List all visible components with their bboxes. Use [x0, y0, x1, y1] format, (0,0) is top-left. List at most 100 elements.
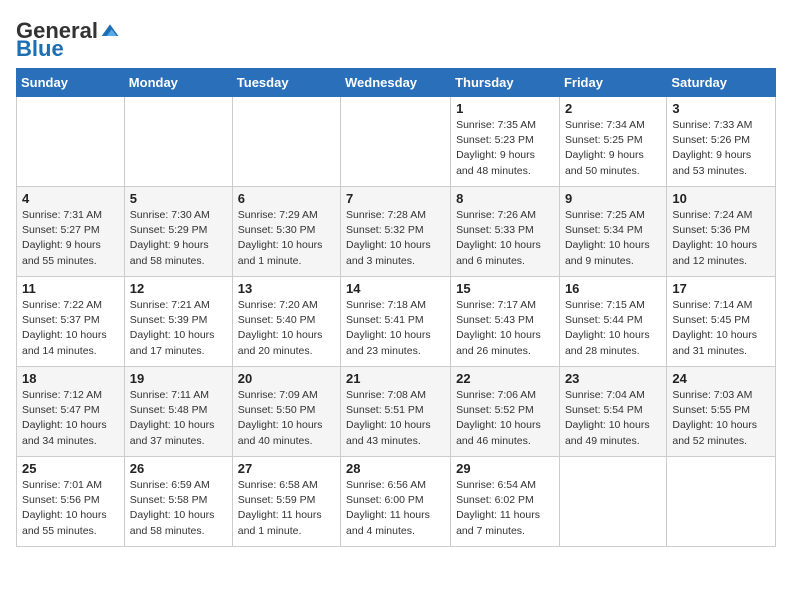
calendar-week-row: 1 Sunrise: 7:35 AMSunset: 5:23 PMDaylight… — [17, 97, 776, 187]
day-number: 4 — [22, 191, 119, 206]
calendar-body: 1 Sunrise: 7:35 AMSunset: 5:23 PMDaylight… — [17, 97, 776, 547]
day-number: 10 — [672, 191, 770, 206]
weekday-header-cell: Tuesday — [232, 69, 340, 97]
day-info: Sunrise: 6:59 AMSunset: 5:58 PMDaylight:… — [130, 478, 227, 539]
calendar-day-cell: 24 Sunrise: 7:03 AMSunset: 5:55 PMDayligh… — [667, 367, 776, 457]
weekday-header-cell: Friday — [559, 69, 666, 97]
calendar-day-cell: 25 Sunrise: 7:01 AMSunset: 5:56 PMDayligh… — [17, 457, 125, 547]
day-number: 1 — [456, 101, 554, 116]
day-info: Sunrise: 7:03 AMSunset: 5:55 PMDaylight:… — [672, 388, 770, 449]
day-number: 8 — [456, 191, 554, 206]
day-number: 25 — [22, 461, 119, 476]
day-info: Sunrise: 7:24 AMSunset: 5:36 PMDaylight:… — [672, 208, 770, 269]
calendar-week-row: 11 Sunrise: 7:22 AMSunset: 5:37 PMDayligh… — [17, 277, 776, 367]
calendar-day-cell: 9Sunrise: 7:25 AMSunset: 5:34 PMDaylight… — [559, 187, 666, 277]
calendar-day-cell: 19 Sunrise: 7:11 AMSunset: 5:48 PMDayligh… — [124, 367, 232, 457]
calendar-day-cell — [667, 457, 776, 547]
day-number: 26 — [130, 461, 227, 476]
day-info: Sunrise: 7:35 AMSunset: 5:23 PMDaylight:… — [456, 118, 554, 179]
calendar-day-cell: 16 Sunrise: 7:15 AMSunset: 5:44 PMDayligh… — [559, 277, 666, 367]
calendar-week-row: 4 Sunrise: 7:31 AMSunset: 5:27 PMDaylight… — [17, 187, 776, 277]
calendar-week-row: 25 Sunrise: 7:01 AMSunset: 5:56 PMDayligh… — [17, 457, 776, 547]
calendar-day-cell: 14Sunrise: 7:18 AMSunset: 5:41 PMDayligh… — [341, 277, 451, 367]
day-info: Sunrise: 6:54 AMSunset: 6:02 PMDaylight:… — [456, 478, 554, 539]
day-number: 19 — [130, 371, 227, 386]
day-info: Sunrise: 7:09 AMSunset: 5:50 PMDaylight:… — [238, 388, 335, 449]
calendar-week-row: 18 Sunrise: 7:12 AMSunset: 5:47 PMDayligh… — [17, 367, 776, 457]
day-info: Sunrise: 7:06 AMSunset: 5:52 PMDaylight:… — [456, 388, 554, 449]
day-number: 11 — [22, 281, 119, 296]
calendar-day-cell: 23 Sunrise: 7:04 AMSunset: 5:54 PMDayligh… — [559, 367, 666, 457]
day-info: Sunrise: 7:01 AMSunset: 5:56 PMDaylight:… — [22, 478, 119, 539]
calendar-day-cell — [232, 97, 340, 187]
header: General Blue — [16, 16, 776, 60]
day-number: 23 — [565, 371, 661, 386]
calendar-day-cell: 3Sunrise: 7:33 AMSunset: 5:26 PMDaylight… — [667, 97, 776, 187]
calendar-day-cell: 1 Sunrise: 7:35 AMSunset: 5:23 PMDaylight… — [451, 97, 560, 187]
day-number: 2 — [565, 101, 661, 116]
day-info: Sunrise: 7:17 AMSunset: 5:43 PMDaylight:… — [456, 298, 554, 359]
calendar-day-cell: 11 Sunrise: 7:22 AMSunset: 5:37 PMDayligh… — [17, 277, 125, 367]
day-info: Sunrise: 7:34 AMSunset: 5:25 PMDaylight:… — [565, 118, 661, 179]
day-info: Sunrise: 7:29 AMSunset: 5:30 PMDaylight:… — [238, 208, 335, 269]
day-info: Sunrise: 7:31 AMSunset: 5:27 PMDaylight:… — [22, 208, 119, 269]
weekday-header-cell: Saturday — [667, 69, 776, 97]
day-info: Sunrise: 7:11 AMSunset: 5:48 PMDaylight:… — [130, 388, 227, 449]
day-info: Sunrise: 7:33 AMSunset: 5:26 PMDaylight:… — [672, 118, 770, 179]
weekday-header-cell: Thursday — [451, 69, 560, 97]
logo-icon — [100, 21, 120, 41]
day-info: Sunrise: 6:58 AMSunset: 5:59 PMDaylight:… — [238, 478, 335, 539]
calendar-day-cell: 18 Sunrise: 7:12 AMSunset: 5:47 PMDayligh… — [17, 367, 125, 457]
day-info: Sunrise: 7:08 AMSunset: 5:51 PMDaylight:… — [346, 388, 445, 449]
day-number: 12 — [130, 281, 227, 296]
calendar-day-cell: 2 Sunrise: 7:34 AMSunset: 5:25 PMDaylight… — [559, 97, 666, 187]
weekday-header-cell: Monday — [124, 69, 232, 97]
calendar-day-cell: 4 Sunrise: 7:31 AMSunset: 5:27 PMDaylight… — [17, 187, 125, 277]
calendar-day-cell — [559, 457, 666, 547]
day-info: Sunrise: 7:14 AMSunset: 5:45 PMDaylight:… — [672, 298, 770, 359]
calendar-day-cell — [124, 97, 232, 187]
calendar-day-cell: 15 Sunrise: 7:17 AMSunset: 5:43 PMDayligh… — [451, 277, 560, 367]
day-number: 20 — [238, 371, 335, 386]
day-info: Sunrise: 7:15 AMSunset: 5:44 PMDaylight:… — [565, 298, 661, 359]
calendar-day-cell: 28 Sunrise: 6:56 AMSunset: 6:00 PMDayligh… — [341, 457, 451, 547]
day-info: Sunrise: 7:26 AMSunset: 5:33 PMDaylight:… — [456, 208, 554, 269]
day-number: 13 — [238, 281, 335, 296]
day-number: 27 — [238, 461, 335, 476]
day-number: 22 — [456, 371, 554, 386]
calendar-day-cell: 22 Sunrise: 7:06 AMSunset: 5:52 PMDayligh… — [451, 367, 560, 457]
day-info: Sunrise: 7:25 AMSunset: 5:34 PMDaylight:… — [565, 208, 661, 269]
calendar-table: SundayMondayTuesdayWednesdayThursdayFrid… — [16, 68, 776, 547]
day-number: 6 — [238, 191, 335, 206]
day-number: 24 — [672, 371, 770, 386]
calendar-day-cell: 7Sunrise: 7:28 AMSunset: 5:32 PMDaylight… — [341, 187, 451, 277]
day-info: Sunrise: 7:04 AMSunset: 5:54 PMDaylight:… — [565, 388, 661, 449]
day-info: Sunrise: 7:28 AMSunset: 5:32 PMDaylight:… — [346, 208, 445, 269]
calendar-day-cell — [341, 97, 451, 187]
calendar-day-cell: 29Sunrise: 6:54 AMSunset: 6:02 PMDayligh… — [451, 457, 560, 547]
day-number: 14 — [346, 281, 445, 296]
day-info: Sunrise: 7:30 AMSunset: 5:29 PMDaylight:… — [130, 208, 227, 269]
calendar-day-cell: 20 Sunrise: 7:09 AMSunset: 5:50 PMDayligh… — [232, 367, 340, 457]
day-info: Sunrise: 6:56 AMSunset: 6:00 PMDaylight:… — [346, 478, 445, 539]
day-number: 21 — [346, 371, 445, 386]
logo: General Blue — [16, 20, 120, 60]
weekday-header-cell: Sunday — [17, 69, 125, 97]
day-info: Sunrise: 7:20 AMSunset: 5:40 PMDaylight:… — [238, 298, 335, 359]
calendar-day-cell: 5 Sunrise: 7:30 AMSunset: 5:29 PMDaylight… — [124, 187, 232, 277]
day-info: Sunrise: 7:22 AMSunset: 5:37 PMDaylight:… — [22, 298, 119, 359]
day-number: 15 — [456, 281, 554, 296]
day-number: 18 — [22, 371, 119, 386]
day-number: 16 — [565, 281, 661, 296]
day-info: Sunrise: 7:12 AMSunset: 5:47 PMDaylight:… — [22, 388, 119, 449]
calendar-day-cell — [17, 97, 125, 187]
day-number: 28 — [346, 461, 445, 476]
calendar-day-cell: 13 Sunrise: 7:20 AMSunset: 5:40 PMDayligh… — [232, 277, 340, 367]
calendar-day-cell: 8 Sunrise: 7:26 AMSunset: 5:33 PMDaylight… — [451, 187, 560, 277]
calendar-day-cell: 12Sunrise: 7:21 AMSunset: 5:39 PMDayligh… — [124, 277, 232, 367]
day-number: 5 — [130, 191, 227, 206]
day-number: 17 — [672, 281, 770, 296]
calendar-day-cell: 10 Sunrise: 7:24 AMSunset: 5:36 PMDayligh… — [667, 187, 776, 277]
weekday-header-cell: Wednesday — [341, 69, 451, 97]
calendar-day-cell: 21 Sunrise: 7:08 AMSunset: 5:51 PMDayligh… — [341, 367, 451, 457]
